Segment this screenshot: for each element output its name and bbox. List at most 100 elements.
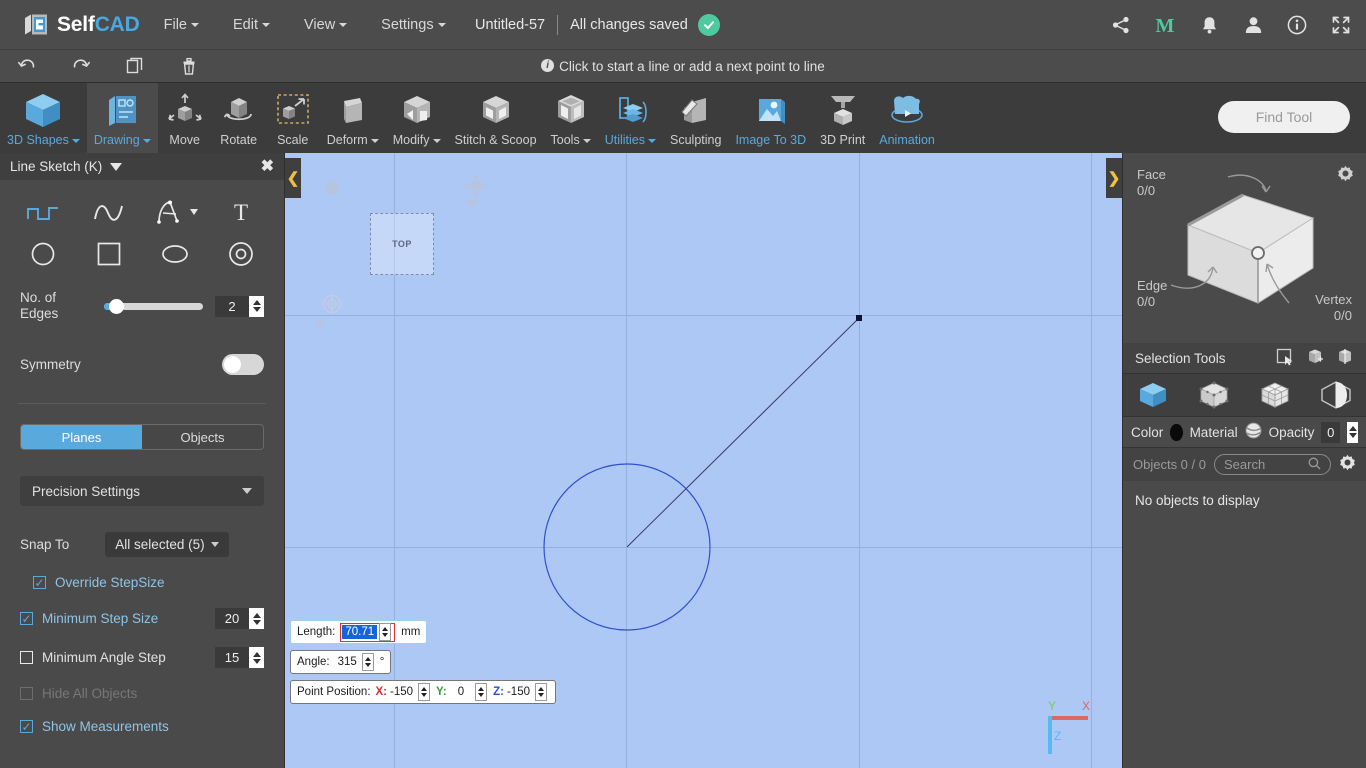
length-focus-box[interactable]: 70.71 bbox=[340, 622, 396, 642]
stepper-up-icon[interactable] bbox=[421, 687, 428, 691]
checkbox-input[interactable]: ✓ bbox=[33, 576, 46, 589]
stepper-up-icon[interactable] bbox=[478, 687, 485, 691]
edge-mode-icon[interactable] bbox=[1305, 380, 1366, 410]
x-stepper[interactable] bbox=[418, 683, 431, 701]
circle-tool[interactable] bbox=[10, 236, 76, 272]
bell-notification-icon[interactable] bbox=[1198, 14, 1220, 36]
y-value[interactable]: 0 bbox=[455, 686, 467, 698]
stepper-up-icon[interactable] bbox=[252, 300, 261, 305]
ribbon-tools[interactable]: Tools bbox=[544, 83, 598, 154]
minimum-step-size-value[interactable]: 20 bbox=[215, 608, 249, 629]
material-sphere-icon[interactable] bbox=[1245, 422, 1262, 442]
collapse-right-panel-button[interactable]: ❯ bbox=[1106, 158, 1122, 198]
document-title[interactable]: Untitled-57 bbox=[475, 17, 557, 33]
fullscreen-expand-icon[interactable] bbox=[1330, 14, 1352, 36]
stepper-down-icon[interactable] bbox=[252, 307, 261, 312]
settings-gear-icon[interactable] bbox=[1337, 165, 1354, 187]
menu-settings[interactable]: Settings bbox=[371, 11, 455, 39]
info-icon[interactable] bbox=[1286, 14, 1308, 36]
angle-input-chip[interactable]: Angle: 315 ° bbox=[290, 650, 392, 674]
stepper-down-icon[interactable] bbox=[252, 619, 261, 625]
segment-planes[interactable]: Planes bbox=[21, 425, 142, 449]
checkbox-input[interactable]: ✓ bbox=[20, 612, 33, 625]
segment-objects[interactable]: Objects bbox=[142, 425, 263, 449]
ribbon-image-to-3d[interactable]: Image To 3D bbox=[728, 83, 813, 154]
color-swatch[interactable] bbox=[1170, 423, 1183, 441]
through-select-icon[interactable] bbox=[1336, 348, 1354, 369]
slider-handle[interactable] bbox=[109, 298, 124, 314]
objects-search-input[interactable]: Search bbox=[1213, 454, 1331, 475]
length-input-chip[interactable]: Length: 70.71 mm bbox=[290, 620, 428, 644]
angle-stepper[interactable] bbox=[361, 653, 374, 671]
edges-stepper[interactable] bbox=[249, 295, 264, 317]
collapse-left-panel-button[interactable]: ❮ bbox=[285, 158, 301, 198]
text-tool[interactable]: T bbox=[208, 194, 274, 230]
close-x-icon[interactable]: ✖ bbox=[261, 158, 274, 175]
ribbon-3d-shapes[interactable]: 3D Shapes bbox=[0, 83, 87, 154]
spline-tool[interactable] bbox=[76, 194, 142, 230]
z-stepper[interactable] bbox=[535, 683, 547, 701]
triangle-down-icon[interactable] bbox=[110, 162, 123, 171]
ribbon-utilities[interactable]: Utilities bbox=[598, 83, 663, 154]
find-tool-input[interactable]: Find Tool bbox=[1218, 101, 1350, 133]
stepper-up-icon[interactable] bbox=[1348, 426, 1357, 431]
z-value[interactable]: -150 bbox=[504, 686, 533, 698]
undo-button[interactable] bbox=[0, 50, 54, 83]
chevron-down-icon[interactable] bbox=[190, 209, 198, 215]
stepper-up-icon[interactable] bbox=[538, 687, 544, 691]
delete-button[interactable] bbox=[162, 50, 216, 83]
length-value[interactable]: 70.71 bbox=[342, 625, 378, 639]
freehand-tool[interactable] bbox=[142, 194, 208, 230]
length-stepper[interactable] bbox=[379, 623, 392, 641]
ribbon-stitch-scoop[interactable]: Stitch & Scoop bbox=[448, 83, 544, 154]
stepper-down-icon[interactable] bbox=[478, 693, 485, 697]
edges-value[interactable]: 2 bbox=[215, 295, 249, 317]
angle-value[interactable]: 315 bbox=[335, 656, 360, 668]
ribbon-scale[interactable]: Scale bbox=[266, 83, 320, 154]
concentric-tool[interactable] bbox=[208, 236, 274, 272]
snap-to-dropdown[interactable]: All selected (5) bbox=[105, 532, 229, 557]
menu-file[interactable]: File bbox=[154, 11, 209, 39]
ribbon-drawing[interactable]: Drawing bbox=[86, 83, 158, 154]
checkbox-input[interactable] bbox=[20, 651, 33, 664]
opacity-stepper[interactable] bbox=[1347, 421, 1358, 443]
menu-view[interactable]: View bbox=[294, 11, 357, 39]
minimum-angle-step-value[interactable]: 15 bbox=[215, 647, 249, 668]
ribbon-modify[interactable]: Modify bbox=[386, 83, 448, 154]
ribbon-rotate[interactable]: Rotate bbox=[212, 83, 266, 154]
face-mode-icon[interactable] bbox=[1245, 380, 1306, 410]
minimum-step-size-stepper[interactable] bbox=[249, 608, 264, 629]
ellipse-tool[interactable] bbox=[142, 236, 208, 272]
ribbon-animation[interactable]: Animation bbox=[872, 83, 942, 154]
square-tool[interactable] bbox=[76, 236, 142, 272]
checkbox-minimum-step-size[interactable]: ✓ Minimum Step Size 20 bbox=[0, 608, 284, 629]
stepper-up-icon[interactable] bbox=[252, 612, 261, 618]
stepper-up-icon[interactable] bbox=[382, 627, 389, 631]
symmetry-toggle[interactable] bbox=[222, 354, 264, 375]
polyline-tool[interactable] bbox=[10, 194, 76, 230]
stepper-up-icon[interactable] bbox=[252, 651, 261, 657]
stepper-up-icon[interactable] bbox=[364, 657, 371, 661]
point-position-chip[interactable]: Point Position: X: -150 Y: 0 Z: -150 bbox=[290, 680, 556, 704]
checkbox-override-stepsize[interactable]: ✓ Override StepSize bbox=[0, 575, 284, 590]
ribbon-move[interactable]: Move bbox=[158, 83, 212, 154]
ribbon-sculpting[interactable]: Sculpting bbox=[663, 83, 728, 154]
checkbox-input[interactable]: ✓ bbox=[20, 720, 33, 733]
checkbox-show-measurements[interactable]: ✓ Show Measurements bbox=[0, 719, 284, 734]
menu-edit[interactable]: Edit bbox=[223, 11, 280, 39]
rectangle-select-icon[interactable] bbox=[1276, 348, 1294, 369]
redo-button[interactable] bbox=[54, 50, 108, 83]
objects-settings-gear-icon[interactable] bbox=[1339, 454, 1356, 476]
x-value[interactable]: -150 bbox=[387, 686, 416, 698]
stepper-down-icon[interactable] bbox=[382, 633, 389, 637]
object-mode-icon[interactable] bbox=[1123, 380, 1184, 410]
viewport-canvas[interactable]: TOP Length: 70.71 mm Angle: 315 ° Point … bbox=[285, 153, 1122, 768]
copy-button[interactable] bbox=[108, 50, 162, 83]
minimum-angle-step-stepper[interactable] bbox=[249, 647, 264, 668]
ribbon-3d-print[interactable]: 3D Print bbox=[813, 83, 872, 154]
stepper-down-icon[interactable] bbox=[364, 663, 371, 667]
opacity-value[interactable]: 0 bbox=[1321, 421, 1341, 443]
stepper-down-icon[interactable] bbox=[538, 693, 544, 697]
app-logo[interactable]: SelfCAD bbox=[22, 11, 140, 39]
box-select-icon[interactable] bbox=[1306, 348, 1324, 369]
